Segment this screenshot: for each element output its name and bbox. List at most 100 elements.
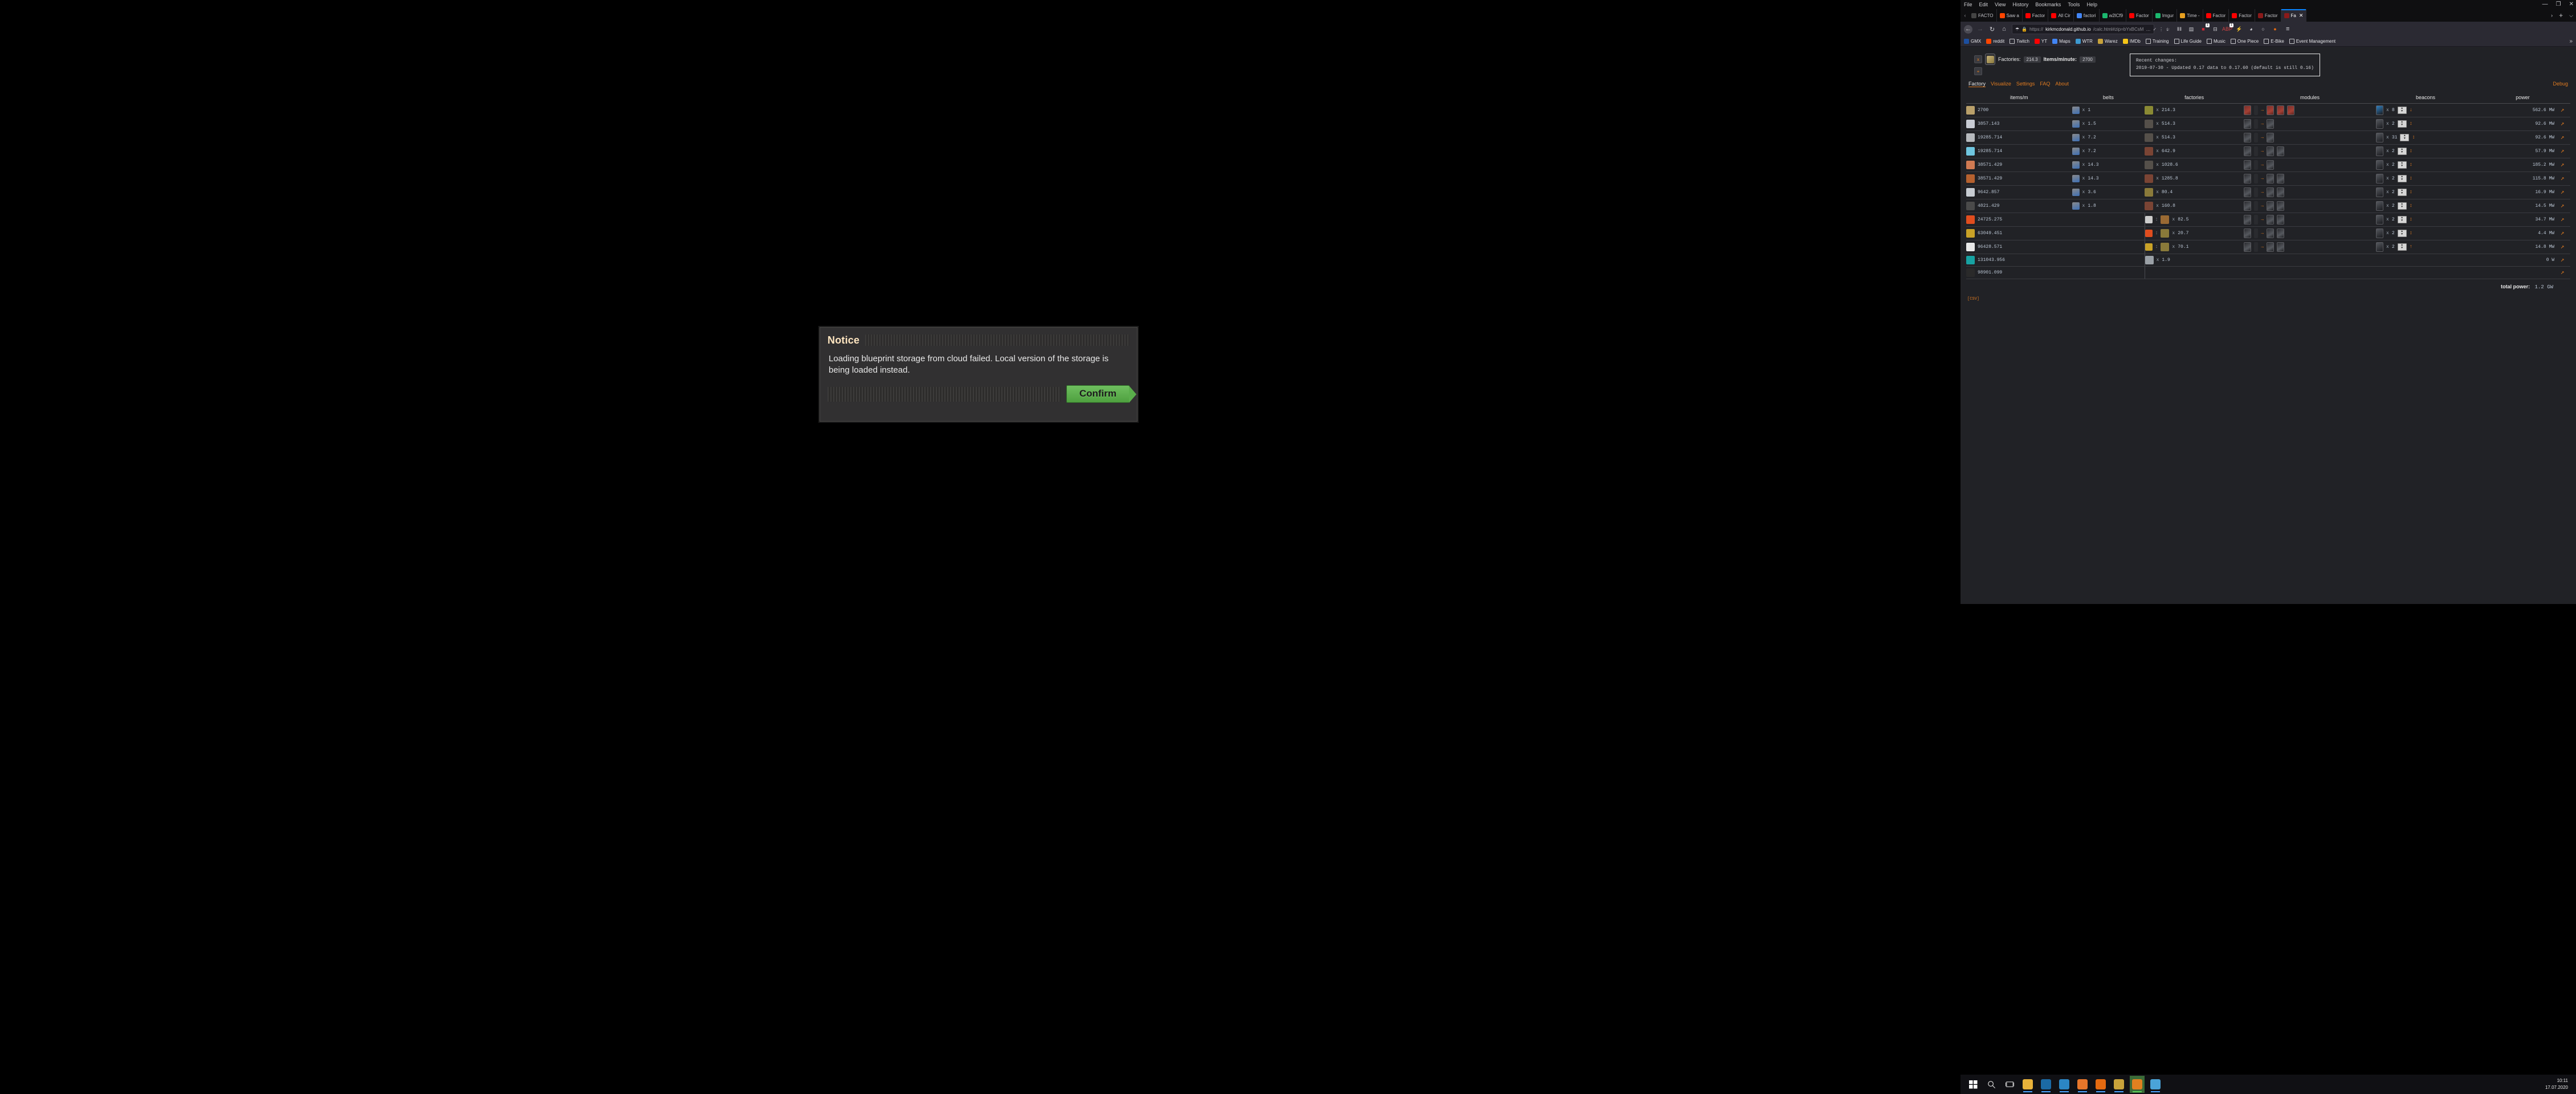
beacon-propagate-icon[interactable]: ↓ (2410, 107, 2412, 113)
browser-tab-6[interactable]: Factor (2126, 9, 2153, 22)
item-icon[interactable] (1966, 242, 1975, 251)
taskbar-factorio-icon[interactable] (2130, 1076, 2145, 1093)
menu-history[interactable]: History (2012, 2, 2028, 7)
beacon-module-icon[interactable] (2376, 242, 2383, 252)
beacon-module-icon[interactable] (2376, 228, 2383, 238)
browser-tab-0[interactable]: FACTO (1968, 9, 1997, 22)
module-slot-eff[interactable] (2276, 201, 2284, 211)
beacon-propagate-icon[interactable]: ↕ (2410, 175, 2412, 181)
bookmark-wtr[interactable]: WTR (2075, 39, 2093, 44)
item-icon[interactable] (1966, 174, 1975, 183)
remove-target-button[interactable]: x (1974, 55, 1982, 63)
search-icon[interactable] (1984, 1076, 1999, 1093)
beacon-propagate-icon[interactable]: ↕ (2410, 162, 2412, 168)
external-link-icon[interactable]: ↗ (2561, 202, 2565, 210)
external-link-icon[interactable]: ↗ (2561, 188, 2565, 196)
item-icon[interactable] (1966, 105, 1975, 115)
beacon-propagate-icon[interactable]: ↑ (2410, 244, 2412, 250)
module-slot-eff[interactable] (2244, 242, 2252, 252)
stepper-down-icon[interactable]: ▼ (2401, 165, 2403, 168)
item-icon[interactable] (1966, 160, 1975, 169)
module-slot-empty[interactable] (2254, 214, 2259, 224)
beacon-module-icon[interactable] (2376, 105, 2383, 115)
beacon-module-icon[interactable] (2376, 201, 2383, 211)
beacon-propagate-icon[interactable]: ↕ (2410, 217, 2412, 222)
beacon-module-icon[interactable] (2376, 173, 2383, 183)
back-icon[interactable]: ← (1964, 25, 1972, 34)
module-copy-arrow-icon[interactable]: → (2261, 244, 2264, 250)
external-link-icon[interactable]: ↗ (2561, 106, 2565, 114)
adblock-icon[interactable]: ABP 1 (2222, 23, 2233, 33)
fuel-icon[interactable] (2145, 215, 2153, 223)
module-slot-eff[interactable] (2244, 132, 2252, 142)
factories-value[interactable]: 214.3 (2023, 56, 2041, 63)
stepper-down-icon[interactable]: ▼ (2401, 247, 2403, 250)
beacon-propagate-icon[interactable]: ↕ (2410, 189, 2412, 195)
belt-icon[interactable] (2072, 147, 2080, 155)
module-slot-eff[interactable] (2244, 146, 2252, 156)
item-icon[interactable] (1966, 228, 1975, 238)
stepper-down-icon[interactable]: ▼ (2401, 206, 2403, 209)
module-slot-eff[interactable] (2266, 228, 2274, 238)
bookmark-twitch[interactable]: Twitch (2010, 39, 2029, 44)
module-slot-empty[interactable] (2254, 228, 2259, 238)
module-slot-eff[interactable] (2244, 201, 2252, 211)
beacon-propagate-icon[interactable]: ↕ (2412, 134, 2415, 140)
module-slot-prod[interactable] (2266, 105, 2274, 115)
module-copy-arrow-icon[interactable]: → (2261, 108, 2264, 113)
tab-scroll-right-icon[interactable]: › (2548, 9, 2555, 22)
add-target-button[interactable]: + (1974, 67, 1982, 75)
item-icon[interactable] (1966, 119, 1975, 128)
module-slot-eff[interactable] (2276, 173, 2284, 183)
menu-file[interactable]: File (1964, 2, 1972, 7)
module-slot-prod[interactable] (2286, 105, 2294, 115)
stepper-down-icon[interactable]: ▼ (2404, 137, 2406, 140)
external-link-icon[interactable]: ↗ (2561, 268, 2565, 276)
module-slot-eff[interactable] (2266, 160, 2274, 170)
beacon-stepper[interactable]: ▲ ▼ (2397, 120, 2407, 128)
task-view-icon[interactable] (2002, 1076, 2017, 1093)
module-slot-eff[interactable] (2276, 228, 2284, 238)
url-bar[interactable]: ☂ 🔒 https://kirkmcdonald.github.io/calc.… (2012, 24, 2170, 34)
module-slot-eff[interactable] (2266, 146, 2274, 156)
taskbar-firefox-icon[interactable] (2093, 1076, 2108, 1093)
noscript-icon[interactable]: ⚡ (2235, 25, 2243, 33)
module-slot-eff[interactable] (2244, 160, 2252, 170)
factory-icon[interactable] (2145, 187, 2154, 197)
module-copy-arrow-icon[interactable]: → (2261, 135, 2264, 140)
bookmark-life-guide[interactable]: Life Guide (2174, 39, 2202, 44)
module-slot-eff[interactable] (2276, 214, 2284, 224)
ublock-icon[interactable]: ■ 1 (2199, 23, 2210, 33)
forward-icon[interactable]: → (1976, 25, 1984, 34)
bookmark-reddit[interactable]: reddit (1986, 39, 2004, 44)
beacon-module-icon[interactable] (2376, 119, 2383, 129)
tab-factory[interactable]: Factory (1968, 81, 1986, 87)
stepper-down-icon[interactable]: ▼ (2401, 192, 2403, 195)
module-slot-eff[interactable] (2244, 187, 2252, 197)
beacon-stepper[interactable]: ▲ ▼ (2397, 106, 2407, 114)
beacon-propagate-icon[interactable]: ↕ (2410, 121, 2412, 126)
item-icon[interactable] (1966, 268, 1975, 277)
home-icon[interactable]: ⌂ (2000, 25, 2008, 34)
browser-tab-9[interactable]: Factor (2203, 9, 2229, 22)
bookmark-yt[interactable]: YT (2034, 39, 2047, 44)
item-icon[interactable] (1966, 133, 1975, 142)
fuel-icon[interactable] (2145, 229, 2153, 237)
browser-tab-7[interactable]: Imgur (2153, 9, 2178, 22)
external-link-icon[interactable]: ↗ (2561, 243, 2565, 251)
module-slot-eff[interactable] (2266, 119, 2274, 129)
bookmark-event-management[interactable]: Event Management (2289, 39, 2335, 44)
sidebar-icon[interactable]: ▤ (2187, 25, 2195, 33)
bookmark-e-bike[interactable]: E-Bike (2264, 39, 2284, 44)
fuel-icon[interactable] (2145, 243, 2153, 251)
page-actions-icon[interactable]: … (2146, 27, 2150, 32)
stepper-down-icon[interactable]: ▼ (2401, 124, 2403, 126)
factory-icon[interactable] (2145, 133, 2154, 142)
taskbar-paint-net-icon[interactable] (2148, 1076, 2163, 1093)
target-item-icon[interactable] (1985, 54, 1995, 65)
browser-tab-1[interactable]: Saw a (1997, 9, 2023, 22)
menu-view[interactable]: View (1995, 2, 2006, 7)
external-link-icon[interactable]: ↗ (2561, 174, 2565, 182)
beacon-stepper[interactable]: ▲ ▼ (2397, 174, 2407, 182)
item-icon[interactable] (1966, 146, 1975, 156)
